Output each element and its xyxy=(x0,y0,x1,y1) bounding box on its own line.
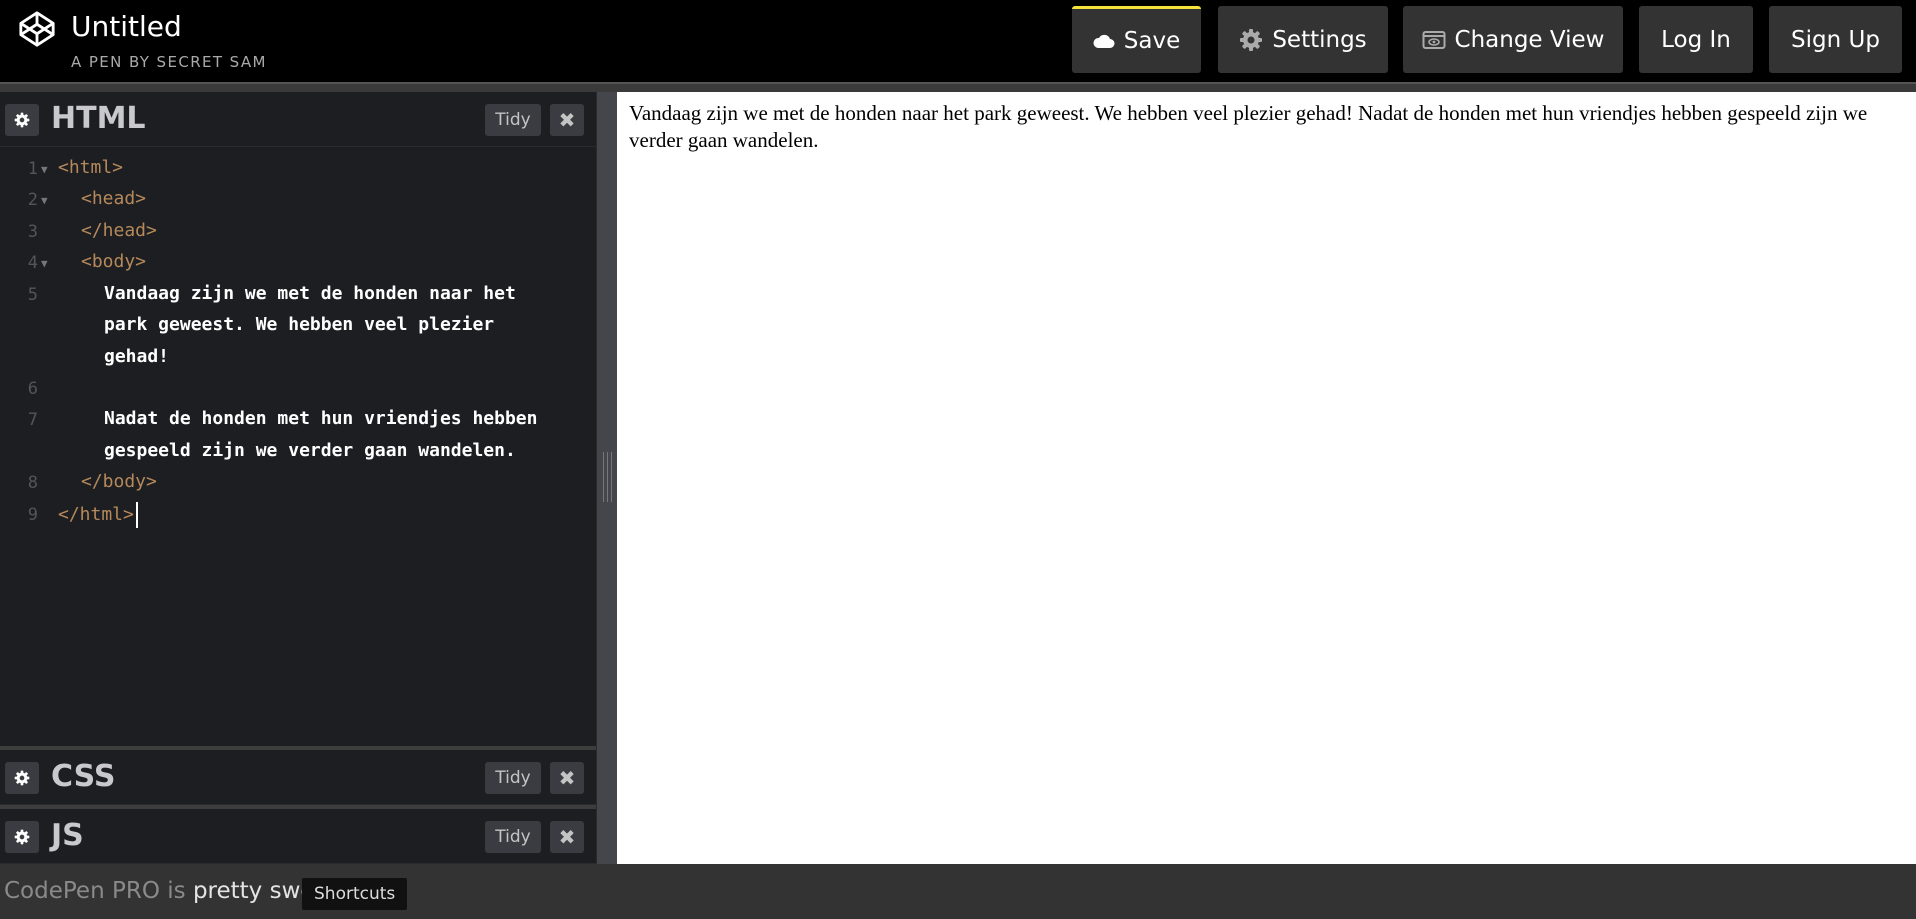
save-button[interactable]: Save xyxy=(1072,6,1201,73)
pen-author: A PEN BY SECRET SAM xyxy=(71,53,267,71)
gear-icon xyxy=(14,829,30,845)
gear-icon xyxy=(1239,28,1263,52)
pen-title[interactable]: Untitled xyxy=(71,9,182,45)
view-icon xyxy=(1422,30,1446,50)
css-close-button[interactable]: ✖ xyxy=(550,762,584,794)
codepen-logo-icon[interactable] xyxy=(18,10,56,48)
header-divider xyxy=(0,82,1916,92)
html-tidy-button[interactable]: Tidy xyxy=(485,104,541,136)
settings-button[interactable]: Settings xyxy=(1218,6,1388,73)
js-settings-button[interactable] xyxy=(5,821,39,853)
editor-resize-handle[interactable] xyxy=(596,92,617,864)
html-editor-header: HTML Tidy ✖ xyxy=(0,92,596,147)
css-editor-header[interactable]: CSS Tidy ✖ xyxy=(0,750,596,805)
top-bar: Untitled A PEN BY SECRET SAM Save Settin… xyxy=(0,0,1916,82)
result-preview[interactable]: Vandaag zijn we met de honden naar het p… xyxy=(617,92,1916,864)
settings-label: Settings xyxy=(1272,26,1367,53)
html-code-editor[interactable] xyxy=(0,150,596,740)
shortcuts-button[interactable]: Shortcuts xyxy=(302,878,408,910)
promo-connector: is xyxy=(159,878,193,904)
css-settings-button[interactable] xyxy=(5,762,39,794)
js-close-button[interactable]: ✖ xyxy=(550,821,584,853)
change-view-button[interactable]: Change View xyxy=(1403,6,1623,73)
editor-column: HTML Tidy ✖ 1 ▼ <html> 2 ▼ <head> 3 </he… xyxy=(0,92,596,864)
css-editor-title: CSS xyxy=(51,759,116,794)
change-view-label: Change View xyxy=(1454,26,1605,53)
grip-icon xyxy=(603,452,612,502)
css-tidy-button[interactable]: Tidy xyxy=(485,762,541,794)
pro-link[interactable]: CodePen PRO xyxy=(4,878,160,904)
gear-icon xyxy=(14,770,30,786)
html-editor-title: HTML xyxy=(51,101,146,136)
js-editor-title: JS xyxy=(51,818,84,853)
signup-label: Sign Up xyxy=(1791,26,1880,53)
html-close-button[interactable]: ✖ xyxy=(550,104,584,136)
login-button[interactable]: Log In xyxy=(1639,6,1753,73)
preview-text: Vandaag zijn we met de honden naar het p… xyxy=(629,101,1868,152)
js-editor-header[interactable]: JS Tidy ✖ xyxy=(0,809,596,864)
gear-icon xyxy=(14,112,30,128)
pro-promo[interactable]: CodePen PRO is pretty sweet. xyxy=(4,878,345,904)
save-label: Save xyxy=(1123,28,1181,54)
js-tidy-button[interactable]: Tidy xyxy=(485,821,541,853)
login-label: Log In xyxy=(1661,26,1731,53)
footer-bar: CodePen PRO is pretty sweet. Shortcuts xyxy=(0,864,1916,919)
cloud-icon xyxy=(1093,33,1115,49)
html-settings-button[interactable] xyxy=(5,104,39,136)
signup-button[interactable]: Sign Up xyxy=(1769,6,1902,73)
